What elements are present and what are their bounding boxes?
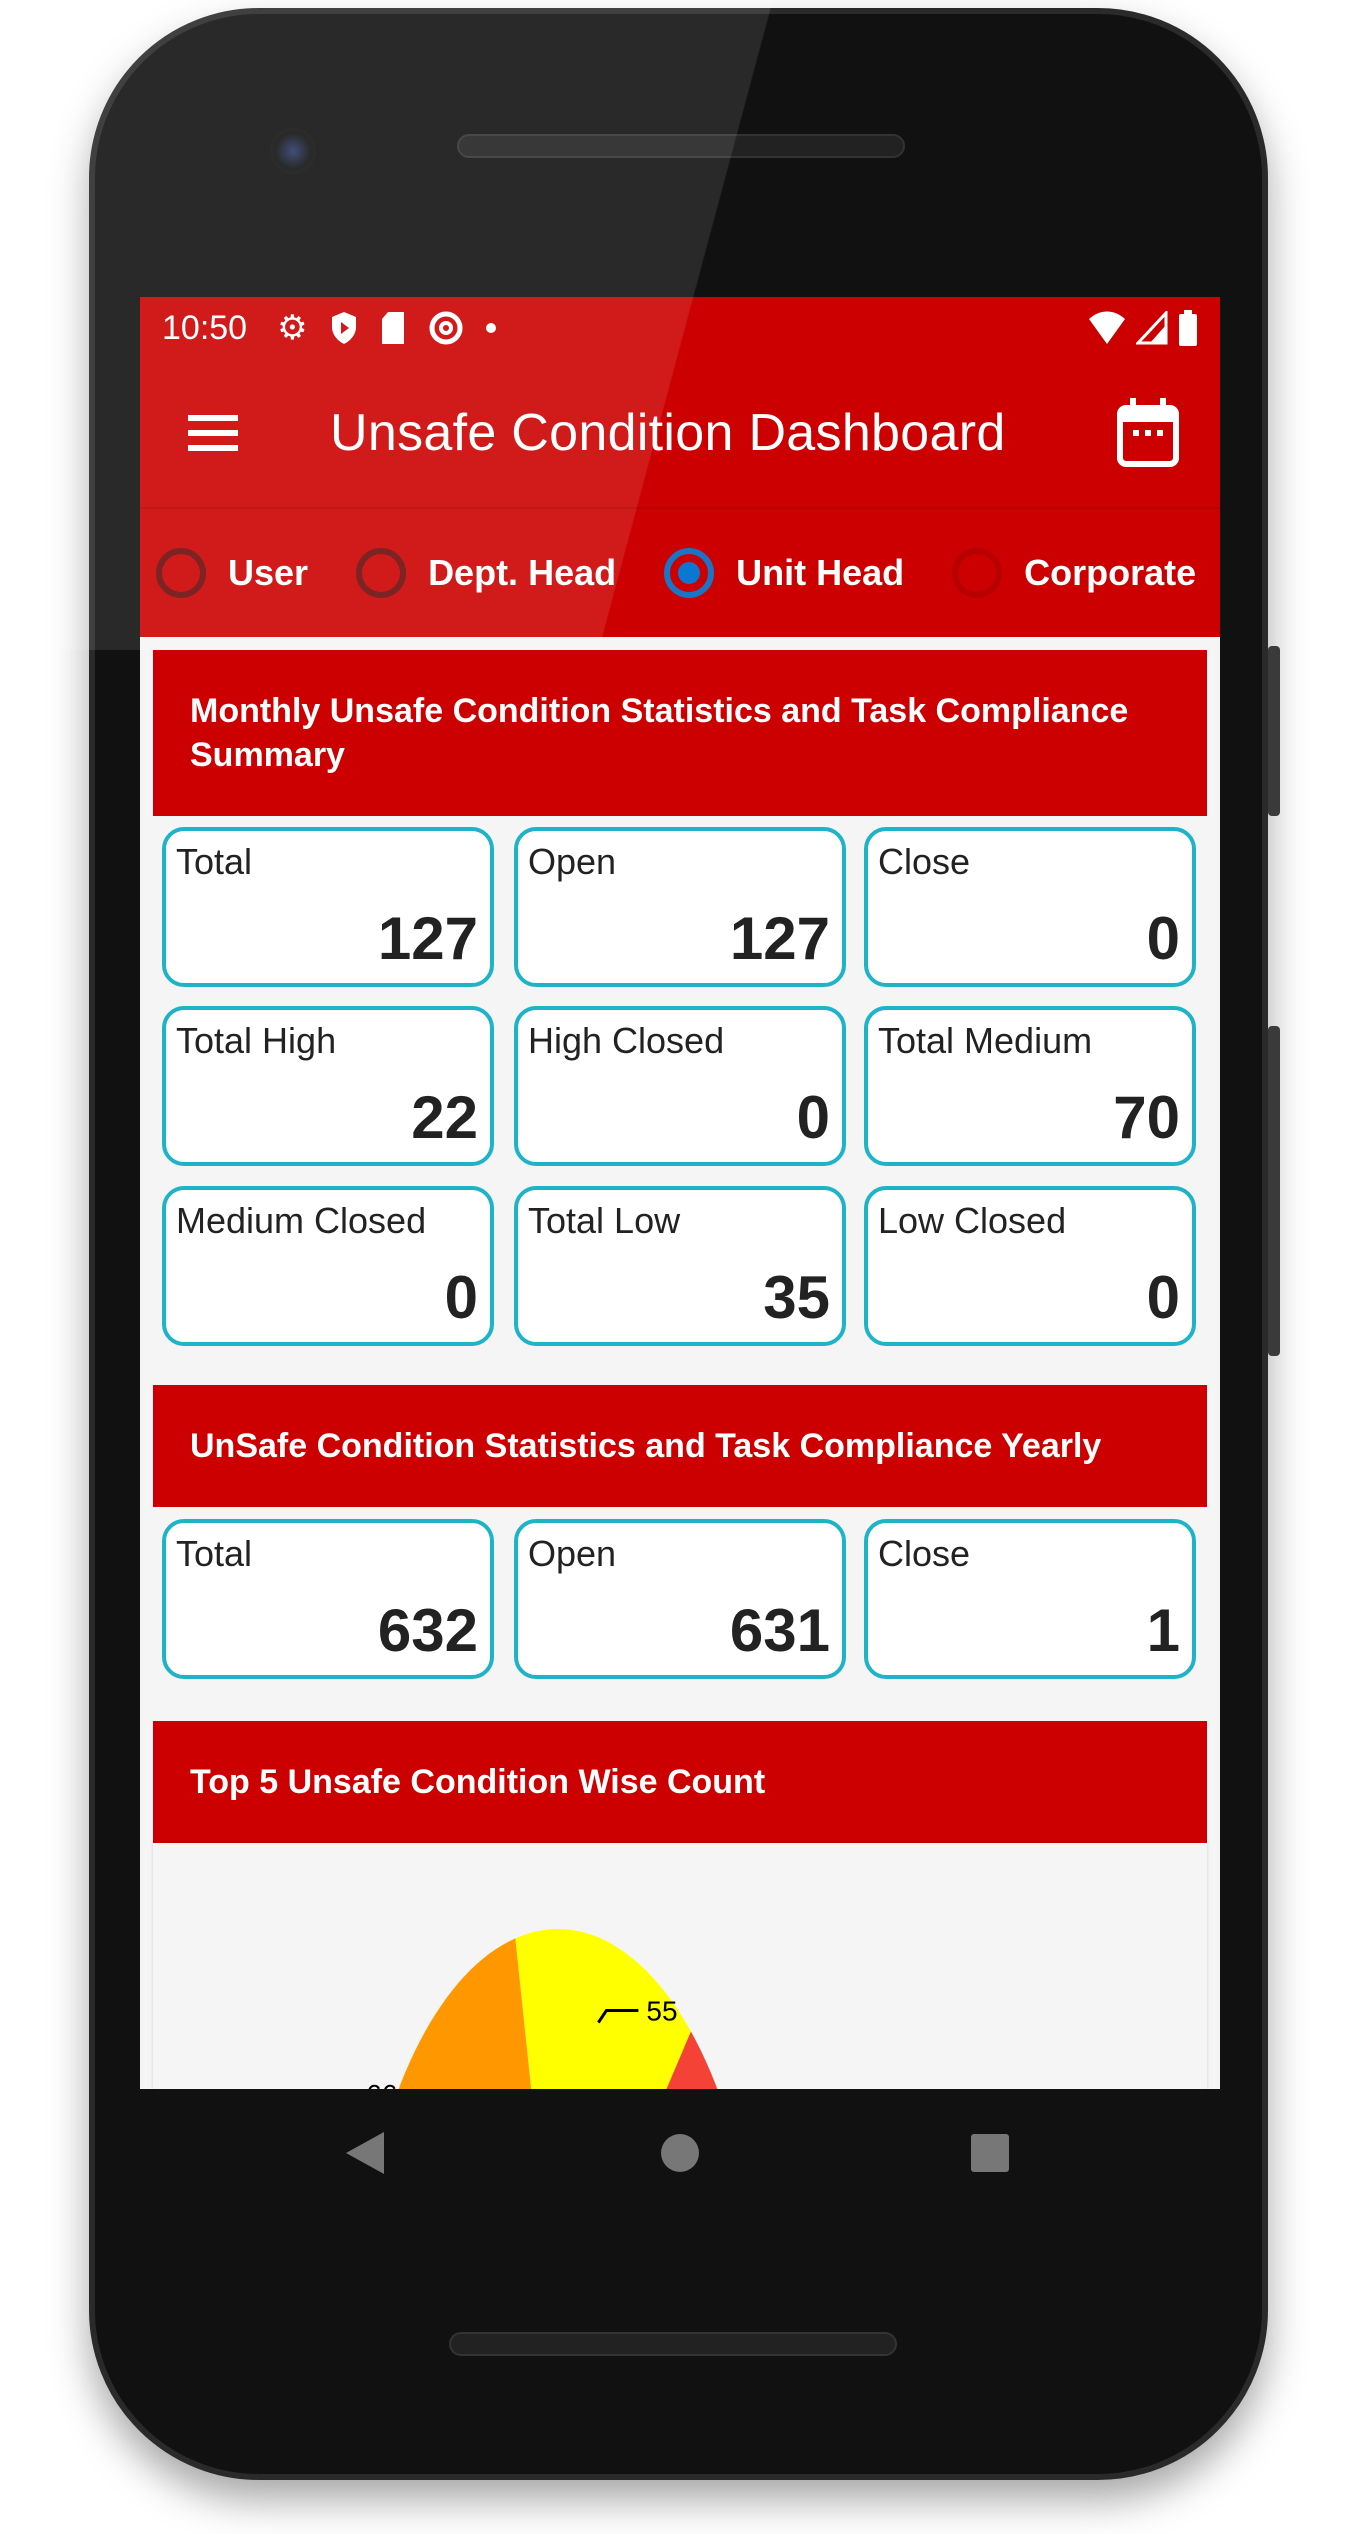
stat-value: 0 bbox=[444, 1264, 478, 1331]
yearly-section-title: UnSafe Condition Statistics and Task Com… bbox=[153, 1385, 1207, 1507]
recents-icon[interactable] bbox=[970, 2133, 1010, 2173]
back-icon[interactable] bbox=[340, 2128, 390, 2178]
speaker-slot bbox=[449, 2332, 897, 2356]
stat-label: Total Low bbox=[528, 1200, 681, 1241]
stat-card[interactable]: Total High 22 bbox=[162, 1006, 494, 1166]
radio-label: Dept. Head bbox=[428, 552, 617, 593]
stat-card[interactable]: Total 632 bbox=[162, 1519, 494, 1679]
status-bar: 10:50 ⚙ bbox=[140, 297, 1220, 359]
stat-card[interactable]: High Closed 0 bbox=[514, 1006, 846, 1166]
volume-button bbox=[1268, 1026, 1280, 1356]
stat-card[interactable]: Open 631 bbox=[514, 1519, 846, 1679]
stat-card[interactable]: Close 1 bbox=[864, 1519, 1196, 1679]
radio-unit-head[interactable]: Unit Head bbox=[664, 548, 904, 598]
radio-dept-head[interactable]: Dept. Head bbox=[356, 548, 616, 598]
stat-label: Medium Closed bbox=[176, 1200, 427, 1241]
stat-value: 0 bbox=[796, 1084, 830, 1151]
stat-label: Close bbox=[878, 841, 971, 882]
pie-chart: 555166 bbox=[366, 1929, 718, 2089]
status-time: 10:50 bbox=[162, 308, 248, 347]
stat-value: 127 bbox=[377, 905, 478, 972]
battery-icon bbox=[1179, 310, 1197, 346]
pie-chart-area: 555166 bbox=[153, 1843, 1207, 2089]
radio-label: Unit Head bbox=[736, 552, 905, 593]
stat-label: Total High bbox=[176, 1020, 337, 1061]
wifi-icon bbox=[1089, 311, 1125, 344]
stat-value: 1 bbox=[1146, 1597, 1180, 1664]
calendar-icon[interactable] bbox=[1116, 398, 1180, 468]
stat-value: 632 bbox=[377, 1597, 478, 1664]
role-radio-group: User Dept. Head Unit Head Corporate bbox=[140, 507, 1220, 637]
stat-card[interactable]: Total Medium 70 bbox=[864, 1006, 1196, 1166]
stat-label: Low Closed bbox=[878, 1200, 1067, 1241]
at-sign-icon bbox=[429, 311, 463, 345]
stat-label: Close bbox=[878, 1533, 971, 1574]
page-title: Unsafe Condition Dashboard bbox=[330, 404, 1006, 462]
stat-label: Open bbox=[528, 1533, 617, 1574]
front-camera bbox=[270, 128, 316, 174]
stat-label: High Closed bbox=[528, 1020, 725, 1061]
monthly-section-title: Monthly Unsafe Condition Statistics and … bbox=[153, 650, 1207, 816]
stat-card[interactable]: Total Low 35 bbox=[514, 1186, 846, 1346]
stat-card[interactable]: Medium Closed 0 bbox=[162, 1186, 494, 1346]
stat-label: Total bbox=[176, 1533, 253, 1574]
signal-icon bbox=[1136, 311, 1168, 345]
stat-value: 22 bbox=[411, 1084, 478, 1151]
stat-value: 70 bbox=[1113, 1084, 1180, 1151]
stat-label: Total Medium bbox=[878, 1020, 1093, 1061]
stat-card[interactable]: Total 127 bbox=[162, 827, 494, 987]
settings-icon: ⚙ bbox=[277, 309, 308, 347]
stat-value: 0 bbox=[1146, 905, 1180, 972]
pie-slice[interactable] bbox=[398, 1938, 532, 2089]
radio-label: Corporate bbox=[1024, 552, 1197, 593]
radio-label: User bbox=[228, 552, 309, 593]
earpiece bbox=[457, 134, 905, 158]
pie-value-label: 66 bbox=[366, 2079, 397, 2089]
home-icon[interactable] bbox=[660, 2133, 700, 2173]
stat-label: Total bbox=[176, 841, 253, 882]
menu-icon[interactable] bbox=[188, 415, 238, 451]
stat-card[interactable]: Open 127 bbox=[514, 827, 846, 987]
dot-icon bbox=[485, 323, 496, 333]
pie-value-label: 55 bbox=[646, 1996, 677, 2027]
top5-section-title: Top 5 Unsafe Condition Wise Count bbox=[153, 1721, 1207, 1843]
app-toolbar: Unsafe Condition Dashboard bbox=[140, 359, 1220, 507]
stat-label: Open bbox=[528, 841, 617, 882]
stat-value: 35 bbox=[763, 1264, 830, 1331]
shield-play-icon bbox=[331, 312, 356, 344]
stat-value: 127 bbox=[729, 905, 830, 972]
power-button bbox=[1268, 646, 1280, 816]
stat-card[interactable]: Close 0 bbox=[864, 827, 1196, 987]
sd-card-icon bbox=[381, 312, 404, 344]
stat-value: 631 bbox=[729, 1597, 830, 1664]
radio-user[interactable]: User bbox=[156, 548, 308, 598]
radio-corporate[interactable]: Corporate bbox=[952, 548, 1196, 598]
stat-card[interactable]: Low Closed 0 bbox=[864, 1186, 1196, 1346]
stat-value: 0 bbox=[1146, 1264, 1180, 1331]
app-screen: 10:50 ⚙ Unsafe Condition Dashboard User … bbox=[140, 297, 1220, 2089]
